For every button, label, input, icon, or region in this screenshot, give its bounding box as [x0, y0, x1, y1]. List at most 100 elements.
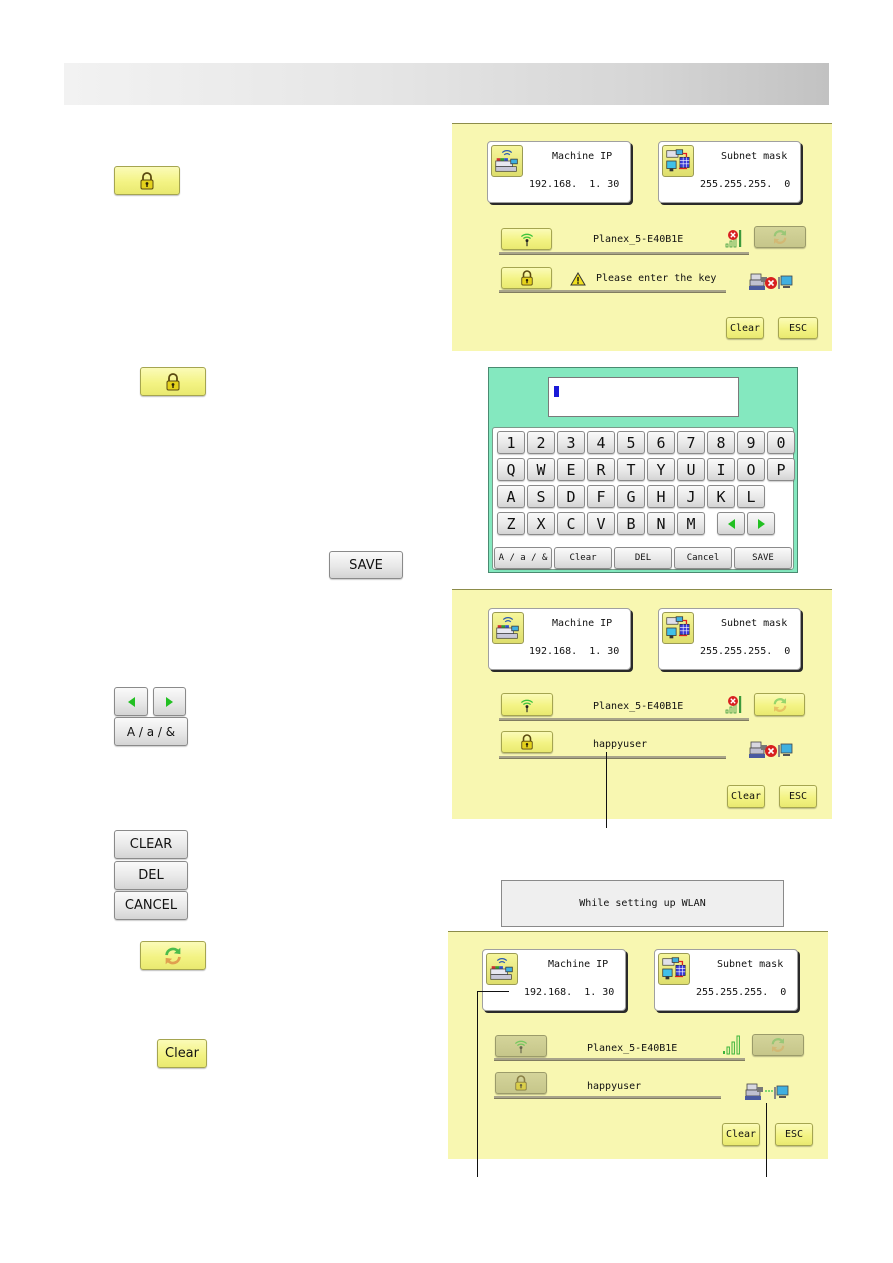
keyboard-key[interactable]: G — [617, 485, 645, 508]
cursor-right-button[interactable] — [153, 687, 186, 716]
save-button[interactable]: SAVE — [329, 551, 403, 579]
refresh-button[interactable] — [754, 693, 805, 716]
clear-button[interactable]: Clear — [727, 785, 765, 808]
clear-settings-button[interactable]: Clear — [157, 1039, 207, 1068]
ssid-button[interactable] — [501, 228, 552, 250]
refresh-icon — [771, 696, 789, 714]
refresh-icon — [769, 1036, 787, 1054]
cursor-left-button[interactable] — [114, 687, 148, 716]
keyboard-key[interactable]: 7 — [677, 431, 705, 454]
keyboard-key[interactable]: F — [587, 485, 615, 508]
keyboard-key[interactable]: C — [557, 512, 585, 535]
keyboard-key[interactable]: Y — [647, 458, 675, 481]
ssid-button-disabled[interactable] — [495, 1035, 547, 1057]
keyboard-char-mode-key[interactable]: A / a / & — [494, 547, 552, 569]
keyboard-key[interactable]: P — [767, 458, 795, 481]
machine-ip-value: 192.168. 1. 30 — [524, 987, 615, 998]
refresh-button[interactable] — [140, 941, 206, 970]
refresh-button-disabled[interactable] — [754, 226, 806, 248]
esc-button[interactable]: ESC — [779, 785, 817, 808]
padlock-icon — [514, 1075, 528, 1091]
keyboard-cancel-key[interactable]: Cancel — [674, 547, 732, 569]
refresh-button-disabled[interactable] — [752, 1034, 804, 1056]
lock-key-button[interactable] — [114, 166, 180, 195]
padlock-icon — [520, 270, 534, 286]
machine-wifi-icon — [492, 146, 522, 176]
subnet-mask-icon — [658, 953, 690, 985]
keyboard-key[interactable]: Q — [497, 458, 525, 481]
delete-key-button[interactable]: DEL — [114, 861, 188, 890]
text-cursor — [554, 386, 559, 397]
subnet-mask-icon — [662, 612, 694, 644]
clear-key-button[interactable]: CLEAR — [114, 830, 188, 859]
lock-key-button-2[interactable] — [140, 367, 206, 396]
clear-button[interactable]: Clear — [726, 317, 764, 339]
keyboard-key[interactable]: 2 — [527, 431, 555, 454]
subnet-mask-card[interactable]: Subnet mask 255.255.255. 0 — [654, 949, 798, 1011]
keyboard-key[interactable]: J — [677, 485, 705, 508]
connection-disconnected-icon — [748, 740, 794, 760]
signal-full-icon — [722, 1035, 744, 1055]
wifi-icon — [519, 231, 535, 247]
arrow-right-icon — [757, 518, 765, 529]
subnet-mask-card[interactable]: Subnet mask 255.255.255. 0 — [658, 141, 801, 203]
subnet-mask-icon — [662, 145, 694, 177]
keyboard-key[interactable]: L — [737, 485, 765, 508]
keyboard-save-key[interactable]: SAVE — [734, 547, 792, 569]
keyboard-key[interactable]: R — [587, 458, 615, 481]
machine-ip-card[interactable]: Machine IP 192.168. 1. 30 — [488, 608, 631, 670]
arrow-left-icon — [127, 696, 135, 707]
key-input-field[interactable] — [548, 377, 739, 417]
keyboard-key[interactable]: 9 — [737, 431, 765, 454]
machine-ip-icon — [492, 612, 524, 644]
keyboard-key[interactable]: V — [587, 512, 615, 535]
status-message-box: While setting up WLAN — [501, 880, 784, 927]
keyboard-key[interactable]: M — [677, 512, 705, 535]
keyboard-key[interactable]: U — [677, 458, 705, 481]
keyboard-key[interactable]: N — [647, 512, 675, 535]
key-button[interactable] — [501, 267, 552, 289]
keyboard-key[interactable]: O — [737, 458, 765, 481]
keyboard-key[interactable]: H — [647, 485, 675, 508]
keyboard-key[interactable]: S — [527, 485, 555, 508]
subnet-mask-card[interactable]: Subnet mask 255.255.255. 0 — [658, 608, 801, 670]
keyboard-key[interactable]: E — [557, 458, 585, 481]
machine-ip-title: Machine IP — [548, 959, 609, 970]
keyboard-cursor-right[interactable] — [747, 512, 775, 535]
keyboard-key[interactable]: 3 — [557, 431, 585, 454]
keyboard-key[interactable]: W — [527, 458, 555, 481]
keyboard-key[interactable]: 0 — [767, 431, 795, 454]
keyboard-key[interactable]: 6 — [647, 431, 675, 454]
keyboard-cursor-left[interactable] — [717, 512, 745, 535]
network-icon — [659, 954, 689, 984]
keyboard-key[interactable]: K — [707, 485, 735, 508]
keyboard-key[interactable]: A — [497, 485, 525, 508]
keyboard-key[interactable]: 1 — [497, 431, 525, 454]
keyboard-key[interactable]: 4 — [587, 431, 615, 454]
keyboard-del-key[interactable]: DEL — [614, 547, 672, 569]
keyboard-key[interactable]: B — [617, 512, 645, 535]
keyboard-key[interactable]: D — [557, 485, 585, 508]
clear-button[interactable]: Clear — [722, 1123, 760, 1146]
cancel-key-button[interactable]: CANCEL — [114, 891, 188, 920]
wifi-icon — [519, 697, 535, 713]
machine-ip-card[interactable]: Machine IP 192.168. 1. 30 — [482, 949, 626, 1011]
keyboard-key[interactable]: X — [527, 512, 555, 535]
key-button-disabled[interactable] — [495, 1072, 547, 1094]
esc-button[interactable]: ESC — [778, 317, 818, 339]
keyboard-key[interactable]: 8 — [707, 431, 735, 454]
wlan-screen-3: Machine IP 192.168. 1. 30 Subnet mask 25… — [448, 931, 828, 1159]
key-button[interactable] — [501, 731, 553, 753]
keyboard-key[interactable]: 5 — [617, 431, 645, 454]
keyboard-clear-key[interactable]: Clear — [554, 547, 612, 569]
ssid-button[interactable] — [501, 693, 553, 716]
wifi-icon — [513, 1038, 529, 1054]
keyboard-key[interactable]: Z — [497, 512, 525, 535]
esc-button[interactable]: ESC — [775, 1123, 813, 1146]
keyboard-key[interactable]: T — [617, 458, 645, 481]
key-value: happyuser — [593, 739, 648, 750]
machine-ip-card[interactable]: Machine IP 192.168. 1. 30 — [487, 141, 631, 203]
keyboard-key[interactable]: I — [707, 458, 735, 481]
subnet-mask-title: Subnet mask — [721, 151, 788, 162]
char-mode-button[interactable]: A / a / & — [114, 717, 188, 746]
